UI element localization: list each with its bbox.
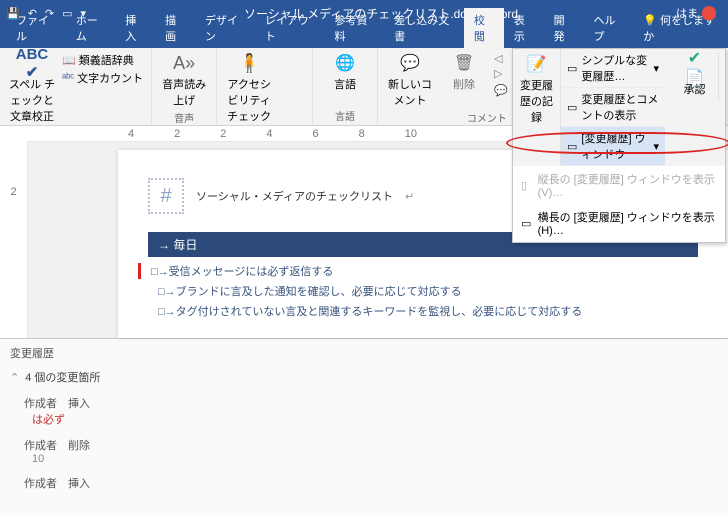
tab-design[interactable]: デザイン [195, 8, 255, 48]
readaloud-button[interactable]: A» 音声読み上げ [160, 52, 208, 108]
chevron-down-icon: ▾ [653, 62, 659, 75]
tab-review[interactable]: 校閲 [464, 8, 504, 48]
pane-title: 変更履歴 [10, 345, 718, 361]
show-icon: 💬 [494, 84, 508, 97]
bullet-item: □→タグ付けされていない言及と関連するキーワードを監視し、必要に応じて対応する [148, 303, 698, 319]
ruler-mark: 2 [174, 128, 180, 140]
showmarkup-button[interactable]: ▭変更履歴とコメントの表示 [561, 88, 665, 127]
hash-icon: # [148, 178, 184, 214]
a11y-button[interactable]: 🧍 アクセシビリティチェック [225, 52, 273, 124]
ruler-mark: 2 [10, 186, 16, 198]
pane-summary[interactable]: ⌃4 個の変更箇所 [10, 369, 718, 385]
bullet-list: □→受信メッセージには必ず返信する □→ブランドに言及した通知を確認し、必要に応… [148, 263, 698, 319]
tracking-dropdown: 📝 変更履歴の記録 ▭シンプルな変更履歴…▾ ▭変更履歴とコメントの表示 ▭[変… [512, 48, 726, 243]
ribbon-tabs: ファイル ホーム 挿入 描画 デザイン レイアウト 参考資料 差し込み文書 校閲… [0, 26, 728, 48]
readaloud-label: 音声読み上げ [160, 76, 208, 108]
reviewpane-button[interactable]: ▭[変更履歴] ウィンドウ▾ [561, 127, 665, 166]
prev-icon: ◁ [494, 52, 502, 65]
ruler-mark: 4 [128, 128, 134, 140]
ruler-mark: 8 [359, 128, 365, 140]
newcomment-label: 新しいコメント [386, 76, 434, 108]
hpane-icon: ▭ [521, 217, 532, 229]
menu-vertical-pane[interactable]: ▯縦長の [変更履歴] ウィンドウを表示(V)… [513, 166, 725, 204]
tab-insert[interactable]: 挿入 [115, 8, 155, 48]
tab-references[interactable]: 参考資料 [324, 8, 384, 48]
spellcheck-button[interactable]: ABC✔ スペル チェックと文章校正 [8, 52, 56, 124]
delete-label: 削除 [453, 76, 475, 92]
language-button[interactable]: 🌐 言語 [321, 52, 369, 92]
vpane-icon: ▯ [521, 179, 532, 191]
language-label: 言語 [334, 76, 356, 92]
wordcount-button[interactable]: ᵃᵇᶜ文字カウント [62, 70, 143, 86]
chevron-down-icon: ▾ [653, 140, 659, 153]
vertical-ruler[interactable]: 2 [0, 142, 28, 338]
accept-button[interactable]: ✔📄 承認 [671, 53, 719, 101]
trackchanges-label: 変更履歴の記録 [515, 77, 558, 125]
change-item[interactable]: 作成者 挿入 [24, 475, 718, 491]
next-icon: ▷ [494, 67, 502, 80]
group-label: 言語 [321, 108, 369, 123]
group-proofing: ABC✔ スペル チェックと文章校正 📖類義語辞典 ᵃᵇᶜ文字カウント 文章校正 [0, 48, 152, 125]
tab-mailings[interactable]: 差し込み文書 [384, 8, 464, 48]
accept-label: 承認 [684, 81, 706, 97]
markup-icon: ▭ [567, 101, 577, 114]
save-icon[interactable]: 💾 [6, 7, 20, 20]
trackchanges-button[interactable]: 📝 変更履歴の記録 [513, 49, 561, 166]
thesaurus-button[interactable]: 📖類義語辞典 [62, 52, 143, 68]
tab-view[interactable]: 表示 [504, 8, 544, 48]
tab-draw[interactable]: 描画 [155, 8, 195, 48]
spellcheck-label: スペル チェックと文章校正 [8, 76, 56, 124]
trackchanges-icon: 📝 [526, 53, 548, 75]
newcomment-icon: 💬 [399, 52, 421, 74]
a11y-label: アクセシビリティチェック [225, 76, 273, 124]
reviewing-pane: 変更履歴 ⌃4 個の変更箇所 作成者 挿入 は必ず 作成者 削除 10 作成者 … [0, 338, 728, 513]
undo-icon[interactable]: ↶ [28, 7, 37, 20]
delete-icon: 🗑 [453, 52, 475, 74]
tab-layout[interactable]: レイアウト [255, 8, 325, 48]
menu-horizontal-pane[interactable]: ▭横長の [変更履歴] ウィンドウを表示(H)… [513, 204, 725, 242]
bullet-item: □→ブランドに言及した通知を確認し、必要に応じて対応する [148, 283, 698, 299]
readaloud-icon: A» [173, 52, 195, 74]
collapse-icon[interactable]: ⌃ [10, 371, 19, 384]
group-speech: A» 音声読み上げ 音声 [152, 48, 217, 125]
tab-help[interactable]: ヘルプ [583, 8, 633, 48]
ruler-mark: 6 [313, 128, 319, 140]
tab-home[interactable]: ホーム [66, 8, 116, 48]
ruler-mark: 2 [220, 128, 226, 140]
tab-developer[interactable]: 開発 [544, 8, 584, 48]
count-icon: ᵃᵇᶜ [62, 72, 74, 84]
spellcheck-icon: ABC✔ [21, 52, 43, 74]
user-avatar-icon [702, 6, 716, 20]
combo-icon: ▭ [567, 62, 577, 75]
ruler-mark: 10 [405, 128, 417, 140]
newcomment-button[interactable]: 💬 新しいコメント [386, 52, 434, 108]
accept-icon: ✔📄 [684, 57, 706, 79]
qat-icon[interactable]: ▭ [62, 7, 72, 20]
qat-icon[interactable]: ▾ [81, 7, 87, 20]
ruler-mark: 4 [266, 128, 272, 140]
a11y-icon: 🧍 [238, 52, 260, 74]
change-item[interactable]: 作成者 挿入 は必ず [24, 395, 718, 427]
markup-combo[interactable]: ▭シンプルな変更履歴…▾ [561, 49, 665, 88]
change-item[interactable]: 作成者 削除 10 [24, 437, 718, 465]
book-icon: 📖 [62, 54, 76, 67]
group-language: 🌐 言語 言語 [313, 48, 378, 125]
bullet-item: □→受信メッセージには必ず返信する [138, 263, 698, 279]
deletecomment-button[interactable]: 🗑 削除 [440, 52, 488, 92]
language-icon: 🌐 [334, 52, 356, 74]
group-accessibility: 🧍 アクセシビリティチェック アクセシビリティ [217, 48, 313, 125]
group-label: 音声 [160, 110, 208, 125]
redo-icon[interactable]: ↷ [45, 7, 54, 20]
pane-icon: ▭ [567, 140, 577, 153]
